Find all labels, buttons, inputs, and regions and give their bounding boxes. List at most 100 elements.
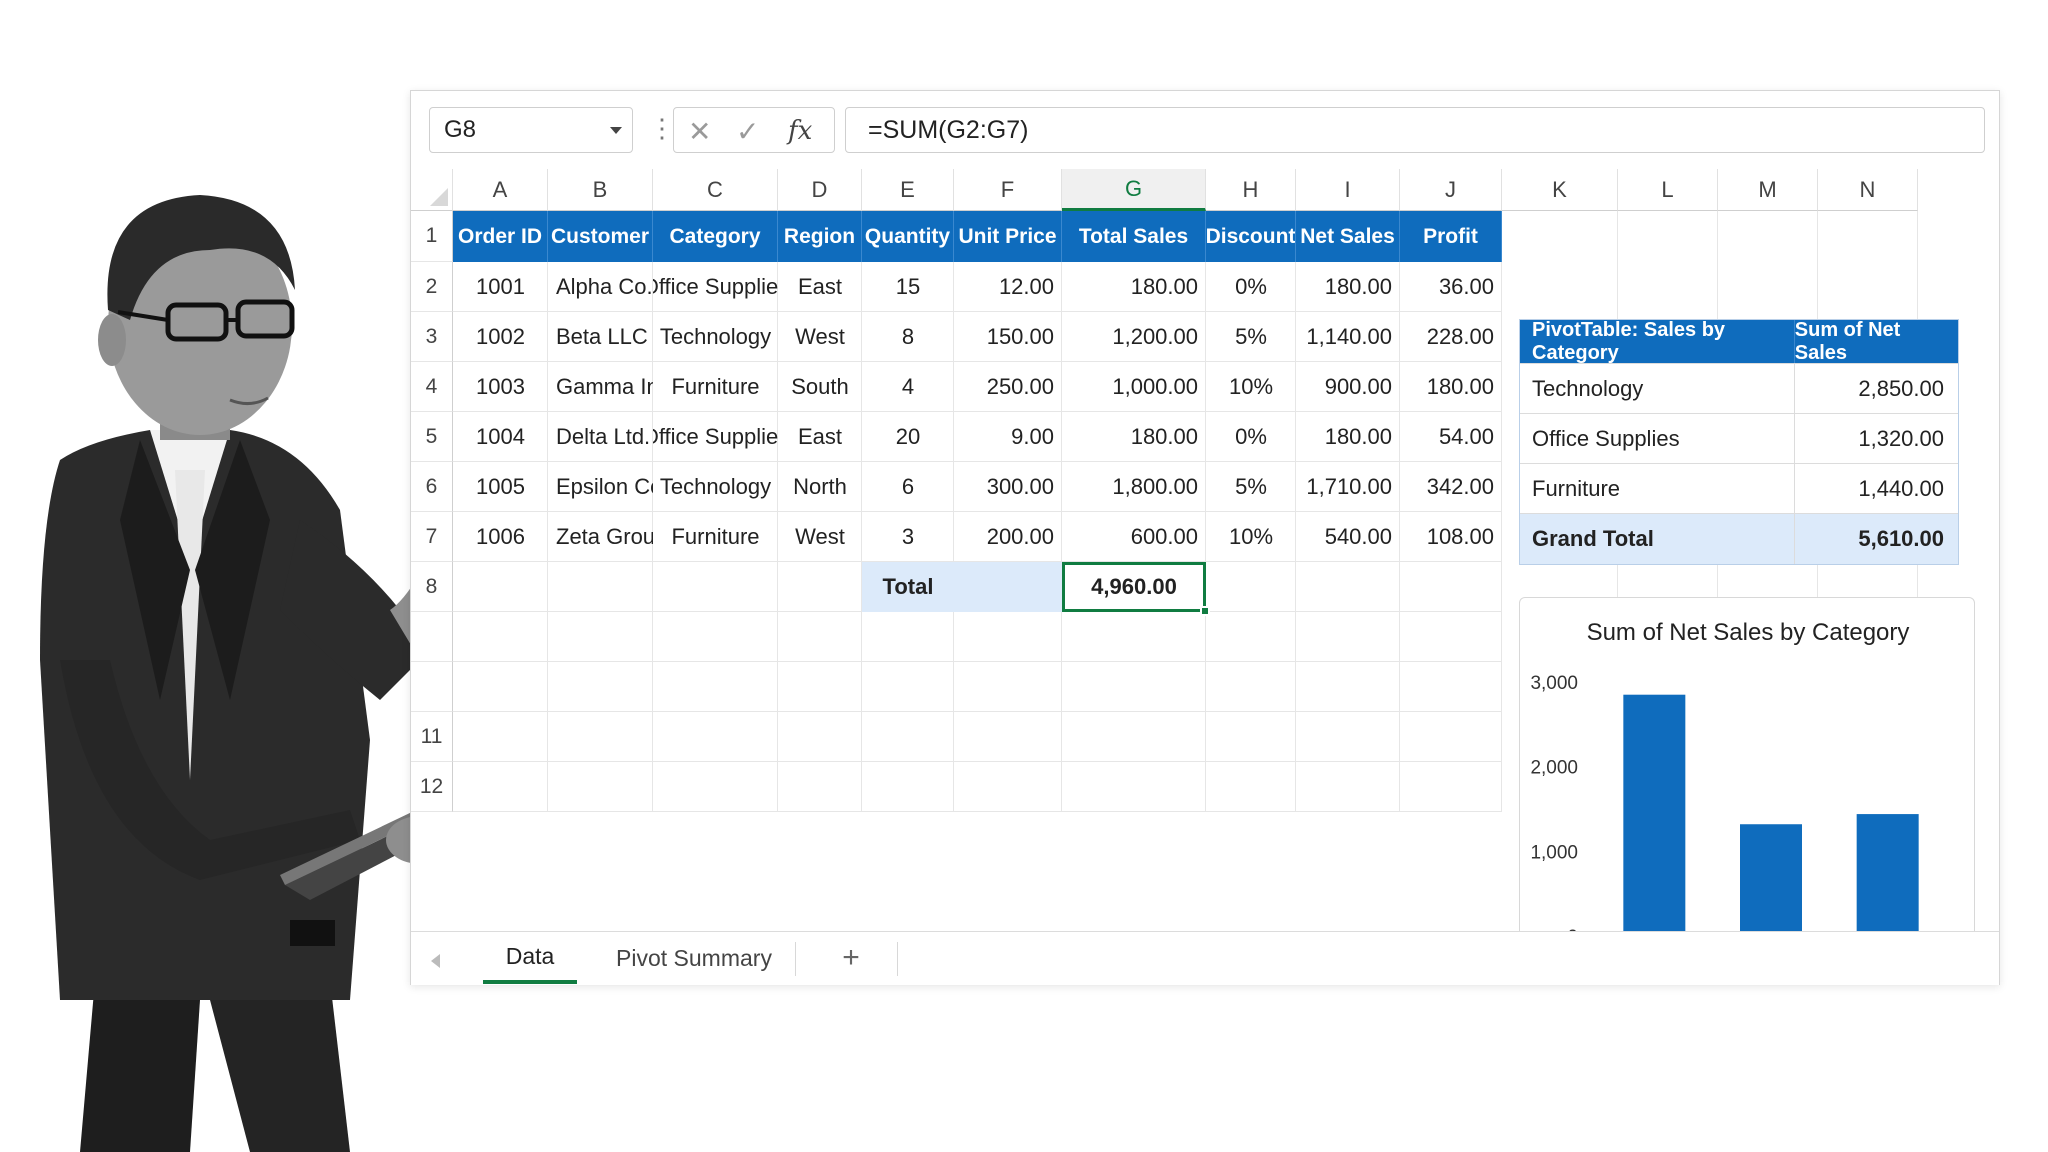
table-cell[interactable]: 1,200.00	[1062, 312, 1206, 362]
table-cell[interactable]: 1006	[453, 512, 548, 562]
selected-total-cell[interactable]: 4,960.00	[1062, 562, 1206, 612]
table-cell[interactable]: 4	[862, 362, 954, 412]
table-cell[interactable]: Technology	[653, 462, 778, 512]
pivot-row-value[interactable]: 1,440.00	[1795, 464, 1958, 513]
kebab-menu-icon[interactable]: ⋮	[649, 113, 675, 143]
column-header-m[interactable]: M	[1718, 169, 1818, 211]
pivot-table[interactable]: PivotTable: Sales by Category Sum of Net…	[1519, 319, 1959, 565]
tab-data[interactable]: Data	[483, 932, 577, 984]
total-label-cell[interactable]: Total	[862, 562, 954, 612]
row-header[interactable]: 7	[411, 512, 453, 562]
chevron-down-icon[interactable]	[610, 127, 622, 134]
table-cell[interactable]: 15	[862, 262, 954, 312]
table-header-cell[interactable]: Category	[653, 211, 778, 262]
table-cell[interactable]: Epsilon Co.	[548, 462, 653, 512]
table-cell[interactable]: 540.00	[1296, 512, 1400, 562]
table-cell[interactable]: 12.00	[954, 262, 1062, 312]
table-cell[interactable]: 108.00	[1400, 512, 1502, 562]
table-cell[interactable]: 3	[862, 512, 954, 562]
column-header-c[interactable]: C	[653, 169, 778, 211]
table-cell[interactable]: 9.00	[954, 412, 1062, 462]
row-header[interactable]: 8	[411, 562, 453, 612]
table-cell[interactable]: 600.00	[1062, 512, 1206, 562]
row-header[interactable]: 1	[411, 211, 453, 262]
table-cell[interactable]: 342.00	[1400, 462, 1502, 512]
column-header-d[interactable]: D	[778, 169, 862, 211]
row-header[interactable]: 12	[411, 762, 453, 812]
pivot-header-value[interactable]: Sum of Net Sales	[1795, 319, 1958, 364]
total-fill-cell[interactable]	[954, 562, 1062, 612]
column-header-n[interactable]: N	[1818, 169, 1918, 211]
table-header-cell[interactable]: Discount	[1206, 211, 1296, 262]
table-cell[interactable]: West	[778, 312, 862, 362]
table-header-cell[interactable]: Customer	[548, 211, 653, 262]
column-header-l[interactable]: L	[1618, 169, 1718, 211]
enter-icon[interactable]: ✓	[736, 115, 759, 148]
chart-bar[interactable]	[1740, 824, 1802, 931]
table-cell[interactable]: 180.00	[1296, 262, 1400, 312]
row-header[interactable]: 3	[411, 312, 453, 362]
scroll-left-icon[interactable]	[431, 954, 440, 968]
table-cell[interactable]: 1,710.00	[1296, 462, 1400, 512]
table-header-cell[interactable]: Order ID	[453, 211, 548, 262]
select-all-corner[interactable]	[411, 169, 453, 211]
pivot-row-label[interactable]: Office Supplies	[1520, 414, 1795, 463]
table-cell[interactable]: 180.00	[1296, 412, 1400, 462]
table-cell[interactable]: Beta LLC	[548, 312, 653, 362]
add-sheet-button[interactable]: +	[805, 932, 897, 984]
table-cell[interactable]: 8	[862, 312, 954, 362]
table-cell[interactable]: 1,000.00	[1062, 362, 1206, 412]
table-cell[interactable]: North	[778, 462, 862, 512]
table-cell[interactable]: 1002	[453, 312, 548, 362]
column-header-b[interactable]: B	[548, 169, 653, 211]
fill-handle[interactable]	[1200, 606, 1210, 616]
row-header[interactable]: 4	[411, 362, 453, 412]
column-header-f[interactable]: F	[954, 169, 1062, 211]
table-header-cell[interactable]: Unit Price	[954, 211, 1062, 262]
table-cell[interactable]: 1001	[453, 262, 548, 312]
chart-bar[interactable]	[1856, 814, 1919, 931]
table-cell[interactable]: 0%	[1206, 262, 1296, 312]
pivot-row-value[interactable]: 1,320.00	[1795, 414, 1958, 463]
table-cell[interactable]: Office Supplies	[653, 412, 778, 462]
column-header-e[interactable]: E	[862, 169, 954, 211]
pivot-grand-total-value[interactable]: 5,610.00	[1795, 514, 1958, 564]
table-cell[interactable]: East	[778, 262, 862, 312]
table-cell[interactable]: 20	[862, 412, 954, 462]
column-header-a[interactable]: A	[453, 169, 548, 211]
table-cell[interactable]: 0%	[1206, 412, 1296, 462]
table-cell[interactable]: West	[778, 512, 862, 562]
insert-function-icon[interactable]: fx	[788, 116, 812, 146]
row-header[interactable]	[411, 662, 453, 712]
table-cell[interactable]: 5%	[1206, 312, 1296, 362]
table-cell[interactable]: 36.00	[1400, 262, 1502, 312]
table-cell[interactable]: Furniture	[653, 362, 778, 412]
table-header-cell[interactable]: Profit	[1400, 211, 1502, 262]
row-header[interactable]: 11	[411, 712, 453, 762]
table-cell[interactable]: 6	[862, 462, 954, 512]
table-cell[interactable]: Gamma Inc.	[548, 362, 653, 412]
pivot-grand-total-label[interactable]: Grand Total	[1520, 514, 1795, 564]
table-cell[interactable]: South	[778, 362, 862, 412]
table-header-cell[interactable]: Region	[778, 211, 862, 262]
formula-input[interactable]: =SUM(G2:G7)	[845, 107, 1985, 153]
column-header-h[interactable]: H	[1206, 169, 1296, 211]
table-cell[interactable]: Zeta Group	[548, 512, 653, 562]
table-cell[interactable]: Office Supplies	[653, 262, 778, 312]
pivot-header-label[interactable]: PivotTable: Sales by Category	[1520, 319, 1795, 364]
chart-bar[interactable]	[1623, 694, 1686, 931]
table-cell[interactable]: 180.00	[1062, 412, 1206, 462]
row-header[interactable]: 5	[411, 412, 453, 462]
table-cell[interactable]: East	[778, 412, 862, 462]
table-cell[interactable]: 10%	[1206, 362, 1296, 412]
table-cell[interactable]: 5%	[1206, 462, 1296, 512]
table-cell[interactable]: 10%	[1206, 512, 1296, 562]
pivot-row-label[interactable]: Technology	[1520, 364, 1795, 413]
table-cell[interactable]: Furniture	[653, 512, 778, 562]
row-header[interactable]	[411, 612, 453, 662]
table-cell[interactable]: 150.00	[954, 312, 1062, 362]
table-cell[interactable]: 300.00	[954, 462, 1062, 512]
name-box[interactable]: G8	[429, 107, 633, 153]
table-cell[interactable]: 54.00	[1400, 412, 1502, 462]
column-header-g[interactable]: G	[1062, 169, 1206, 211]
